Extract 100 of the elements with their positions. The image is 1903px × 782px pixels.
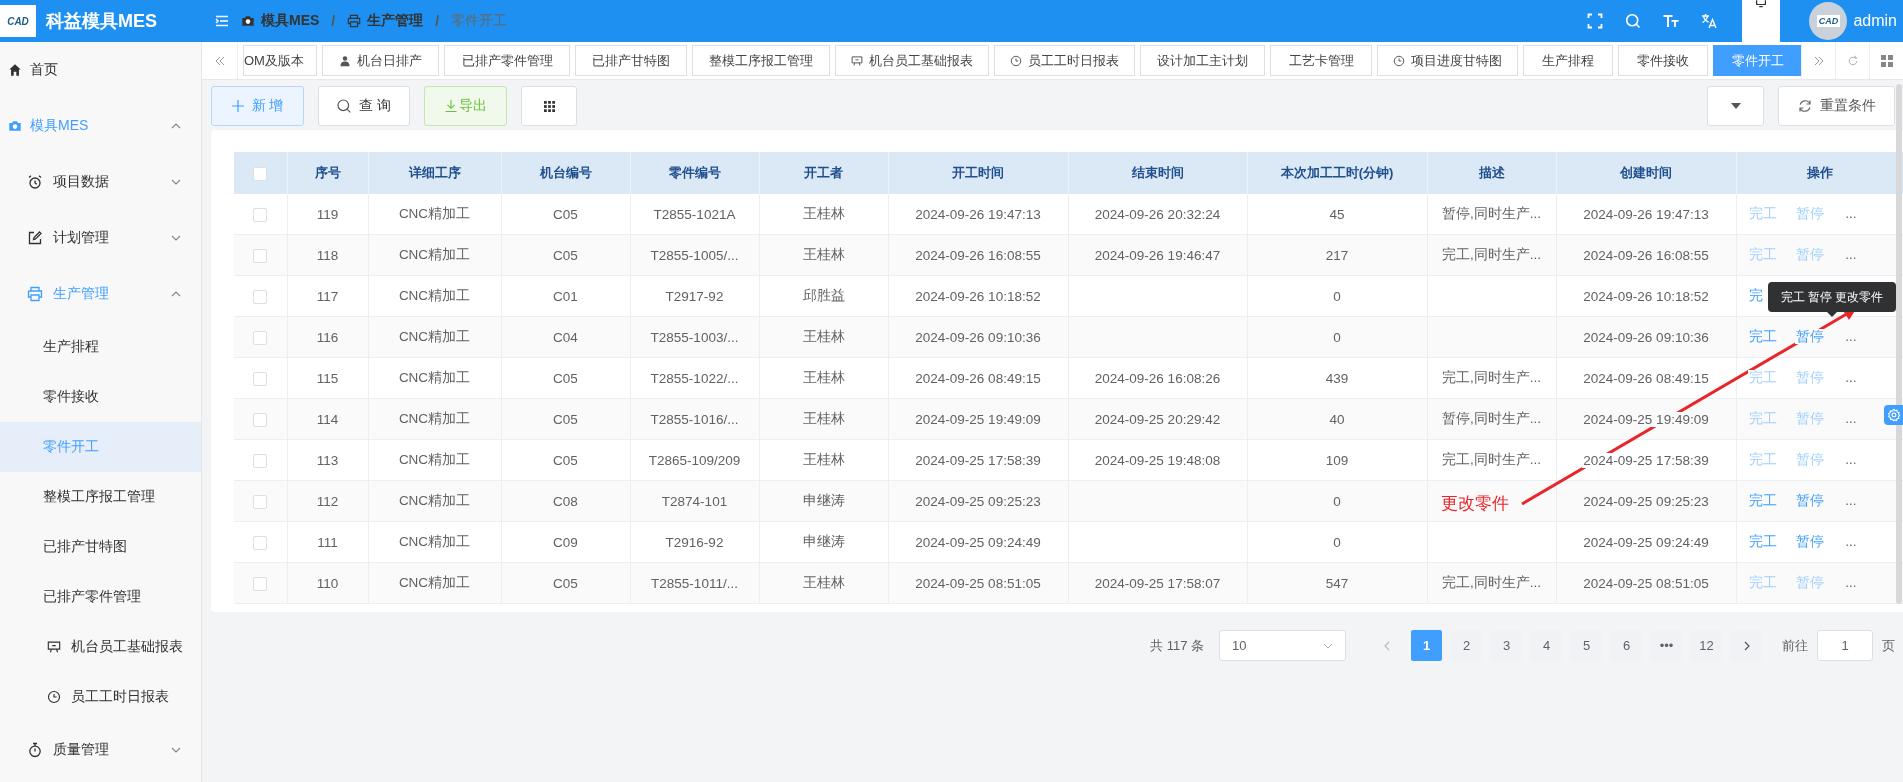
search-icon[interactable] <box>337 99 352 113</box>
more-actions[interactable]: ... <box>1845 534 1857 549</box>
reset-button[interactable]: 重置条件 <box>1778 86 1895 126</box>
query-button[interactable]: 查 询 <box>318 86 410 126</box>
action-link[interactable]: 暂停 <box>1794 534 1825 549</box>
tab[interactable]: 员工工时日报表 <box>994 45 1135 76</box>
sidebar-item[interactable]: 质量管理 <box>0 722 201 778</box>
tab[interactable]: 生产排程 <box>1523 45 1613 76</box>
page-button[interactable]: 1 <box>1411 630 1442 661</box>
action-link[interactable]: 完工 <box>1747 534 1778 549</box>
table-cell: 邱胜益 <box>801 288 846 303</box>
row-checkbox[interactable] <box>253 535 268 550</box>
table-cell: 王桂林 <box>801 370 846 385</box>
column-header: 创建时间 <box>1620 165 1672 180</box>
chevron-right-icon[interactable] <box>1743 640 1750 651</box>
tab[interactable]: 项目进度甘特图 <box>1377 45 1518 76</box>
more-actions[interactable]: ... <box>1845 575 1857 590</box>
row-checkbox[interactable] <box>253 576 268 591</box>
sidebar-item[interactable]: 首页 <box>0 42 201 98</box>
tab[interactable]: 零件开工 <box>1713 45 1801 76</box>
action-link[interactable]: 暂停 <box>1794 329 1825 344</box>
tab[interactable]: OM及版本 <box>243 45 317 76</box>
user-name[interactable]: admin <box>1853 12 1897 30</box>
breadcrumb-item[interactable]: 生产管理 <box>367 12 424 30</box>
more-actions[interactable]: ... <box>1845 247 1857 262</box>
sidebar-item[interactable]: 员工工时日报表 <box>0 672 201 722</box>
tab[interactable]: 已排产甘特图 <box>575 45 687 76</box>
translate-icon[interactable] <box>1701 13 1718 29</box>
tab[interactable]: 机台日排产 <box>322 45 439 76</box>
action-link[interactable]: 暂停 <box>1794 493 1825 508</box>
alarm-clock-icon <box>27 174 43 190</box>
double-chevron-right-icon[interactable] <box>1812 54 1825 67</box>
scrollbar[interactable] <box>1896 84 1902 604</box>
user-avatar[interactable]: CAD <box>1809 2 1848 40</box>
sidebar-item[interactable]: 机台员工基础报表 <box>0 622 201 672</box>
columns-button[interactable] <box>521 86 577 126</box>
menu-icon[interactable] <box>215 15 229 27</box>
tab[interactable]: 机台员工基础报表 <box>835 45 989 76</box>
column-header: 描述 <box>1478 165 1505 180</box>
goto-label: 前往 <box>1782 636 1808 655</box>
column-header: 零件编号 <box>668 165 721 180</box>
sidebar-item[interactable]: 零件接收 <box>0 372 201 422</box>
page-input[interactable]: 1 <box>1817 630 1873 661</box>
search-icon[interactable] <box>1625 13 1642 29</box>
settings-icon[interactable] <box>1884 405 1903 425</box>
row-checkbox[interactable] <box>253 453 268 468</box>
sidebar-item[interactable]: 整模工序报工管理 <box>0 472 201 522</box>
row-checkbox[interactable] <box>253 412 268 427</box>
tab[interactable]: 零件接收 <box>1618 45 1708 76</box>
page-size-select[interactable]: 10 <box>1219 630 1346 661</box>
clock-icon <box>47 690 61 704</box>
tab[interactable]: 已排产零件管理 <box>444 45 570 76</box>
sidebar-item[interactable]: 项目数据 <box>0 154 201 210</box>
more-actions[interactable]: ... <box>1845 329 1857 344</box>
table-cell: 王桂林 <box>801 247 846 262</box>
sidebar-item[interactable]: 生产排程 <box>0 322 201 372</box>
row-checkbox[interactable] <box>253 289 268 304</box>
more-actions[interactable]: ... <box>1845 493 1857 508</box>
sidebar-item[interactable]: 计划管理 <box>0 210 201 266</box>
annotation-text: 更改零件 <box>1441 493 1509 515</box>
more-actions[interactable]: ... <box>1845 370 1857 385</box>
download-icon[interactable] <box>444 100 457 112</box>
table-cell: 王桂林 <box>801 452 846 467</box>
grid-icon[interactable] <box>543 100 555 112</box>
table-cell: CNC精加工 <box>397 493 472 508</box>
select-all-checkbox[interactable] <box>253 166 268 181</box>
action-link[interactable]: 完 <box>1747 288 1764 303</box>
row-checkbox[interactable] <box>253 330 268 345</box>
camera-icon <box>241 14 255 28</box>
table-cell: 申继涛 <box>801 493 846 508</box>
chevron-left-icon[interactable] <box>1383 640 1390 651</box>
sidebar-item[interactable]: 已排产零件管理 <box>0 572 201 622</box>
more-actions[interactable]: ... <box>1845 411 1857 426</box>
table-cell: 完工,同时生产... <box>1441 452 1542 467</box>
caret-down-icon[interactable] <box>1730 103 1741 109</box>
fullscreen-icon[interactable] <box>1587 13 1604 29</box>
more-actions[interactable]: ... <box>1845 452 1857 467</box>
breadcrumb-separator: / <box>331 13 336 29</box>
row-checkbox[interactable] <box>253 248 268 263</box>
more-actions[interactable]: ... <box>1845 206 1857 221</box>
tab[interactable]: 设计加工主计划 <box>1140 45 1265 76</box>
table-cell: 2024-09-25 17:58:39 <box>1582 452 1710 468</box>
font-size-icon[interactable] <box>1663 13 1680 29</box>
column-header: 详细工序 <box>408 165 461 180</box>
printer-icon <box>347 14 362 28</box>
chevron-down-icon[interactable] <box>1323 642 1333 649</box>
breadcrumb-separator: / <box>435 13 440 29</box>
tab[interactable]: 整模工序报工管理 <box>692 45 830 76</box>
tab[interactable]: 工艺卡管理 <box>1270 45 1372 76</box>
plus-icon[interactable] <box>231 100 244 112</box>
refresh-icon[interactable] <box>1797 99 1812 113</box>
row-checkbox[interactable] <box>253 371 268 386</box>
printer-icon <box>27 286 43 302</box>
sidebar-item[interactable]: 已排产甘特图 <box>0 522 201 572</box>
stopwatch-icon <box>27 742 43 758</box>
breadcrumb-item[interactable]: 模具MES <box>261 12 320 30</box>
camera-icon <box>8 119 22 133</box>
double-chevron-left-icon[interactable] <box>213 54 226 67</box>
row-checkbox[interactable] <box>253 207 268 222</box>
row-checkbox[interactable] <box>253 494 268 509</box>
